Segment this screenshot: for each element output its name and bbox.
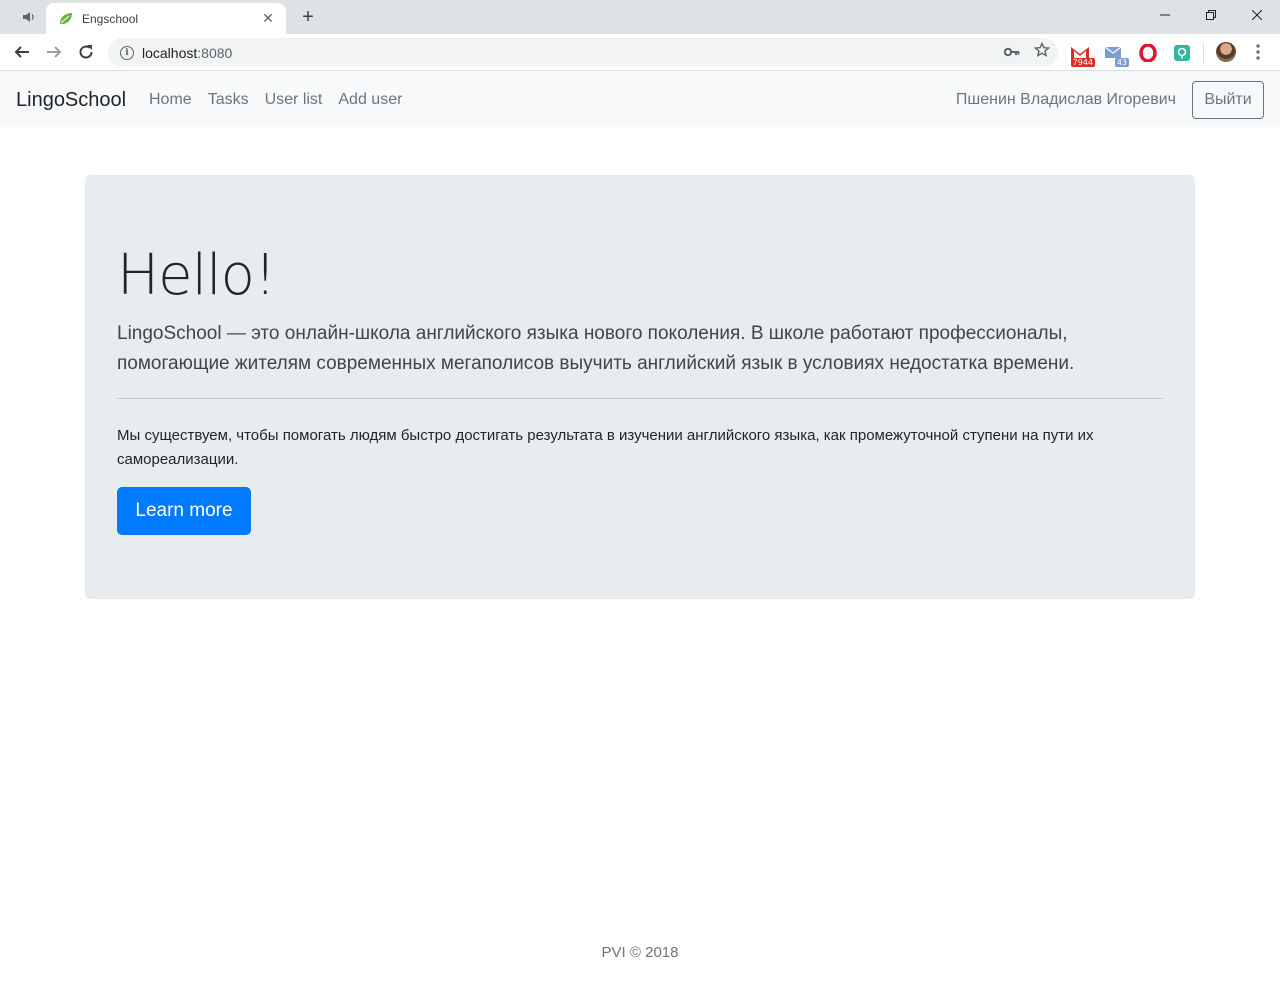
brand-logo[interactable]: LingoSchool xyxy=(16,89,126,112)
url-text: localhost:8080 xyxy=(142,45,232,61)
jumbotron: Hello! LingoSchool — это онлайн-школа ан… xyxy=(85,175,1195,599)
menu-dots-icon[interactable] xyxy=(1244,38,1272,66)
reload-icon[interactable] xyxy=(72,38,100,66)
url-host: localhost xyxy=(142,44,198,61)
footer-copyright: PVI © 2018 xyxy=(601,944,679,961)
browser-tab[interactable]: Engschool ✕ xyxy=(46,3,286,34)
page-title: Hello! xyxy=(117,243,276,308)
browser-toolbar: i localhost:8080 7944 43 xyxy=(0,34,1280,71)
mission-text: Мы существуем, чтобы помогать людям быст… xyxy=(117,427,1094,468)
extensions-row: 7944 43 xyxy=(1068,38,1194,67)
nav-link-tasks[interactable]: Tasks xyxy=(208,91,249,109)
toolbar-divider xyxy=(1203,43,1204,63)
learn-more-button[interactable]: Learn more xyxy=(117,487,251,535)
profile-avatar[interactable] xyxy=(1212,38,1240,66)
location-icon[interactable] xyxy=(1170,41,1194,65)
info-icon[interactable]: i xyxy=(120,45,134,60)
url-port: :8080 xyxy=(197,44,233,61)
restore-icon[interactable] xyxy=(1188,0,1234,30)
gmail-icon[interactable]: 7944 xyxy=(1068,41,1095,67)
close-window-icon[interactable] xyxy=(1234,0,1280,30)
minimize-icon[interactable] xyxy=(1142,0,1188,30)
current-user-name: Пшенин Владислав Игоревич xyxy=(955,91,1176,108)
nav-link-add-user[interactable]: Add user xyxy=(338,91,402,109)
nav-links: Home Tasks User list Add user xyxy=(149,91,418,109)
gmail-badge: 7944 xyxy=(1070,57,1095,67)
back-icon[interactable] xyxy=(8,38,36,66)
key-icon[interactable] xyxy=(1003,44,1020,62)
avatar-icon xyxy=(1216,42,1236,62)
new-tab-button[interactable]: + xyxy=(296,5,320,29)
nav-link-user-list[interactable]: User list xyxy=(265,91,323,109)
leaf-icon xyxy=(58,11,74,27)
site-navbar: LingoSchool Home Tasks User list Add use… xyxy=(0,71,1280,127)
nav-link-home[interactable]: Home xyxy=(149,91,192,109)
browser-tabstrip: Engschool ✕ + xyxy=(0,0,1280,34)
logout-button[interactable]: Выйти xyxy=(1192,81,1264,119)
tab-title: Engschool xyxy=(82,11,139,26)
mail-badge: 43 xyxy=(1114,57,1129,67)
close-tab-icon[interactable]: ✕ xyxy=(260,10,276,27)
opera-icon[interactable] xyxy=(1136,41,1160,65)
divider xyxy=(117,398,1163,399)
mail-icon[interactable]: 43 xyxy=(1102,41,1129,67)
lead-text: LingoSchool — это онлайн-школа английско… xyxy=(117,323,1075,374)
window-controls xyxy=(1142,0,1280,30)
address-bar[interactable]: i localhost:8080 xyxy=(108,38,1058,67)
tab-audio-icon[interactable] xyxy=(12,6,46,28)
forward-icon[interactable] xyxy=(40,38,68,66)
star-icon[interactable] xyxy=(1033,41,1051,63)
